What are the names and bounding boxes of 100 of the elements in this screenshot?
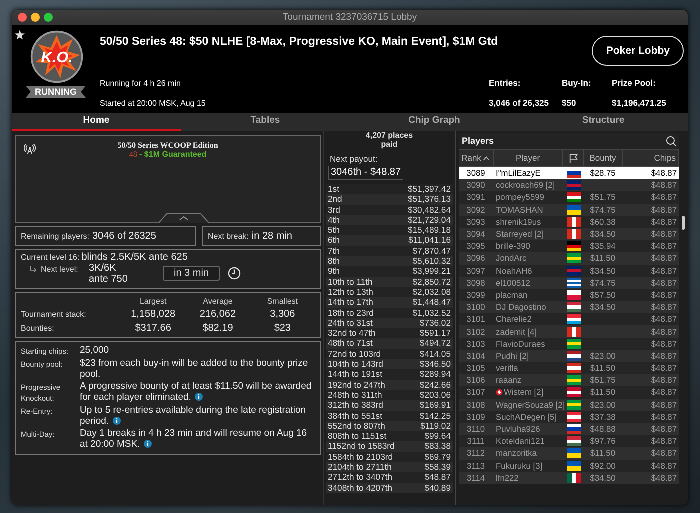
player-name: DJ Dagostino: [496, 302, 546, 312]
tab[interactable]: Chip Graph: [350, 113, 519, 131]
player-name: Puvluha926: [496, 424, 540, 434]
rank-cell-text: 3094: [466, 229, 486, 240]
start-time: Started at 20:00 MSK, Aug 15: [100, 98, 207, 108]
player-row[interactable]: 3098 el100512 $74.75 $48.87: [459, 276, 679, 289]
flag-icon[interactable]: [568, 154, 578, 162]
player-row[interactable]: 3114 lfn222 $34.50 $48.87: [459, 472, 679, 484]
prize-cell: $414.05: [420, 348, 451, 360]
player-row[interactable]: 3110 Puvluha926 $48.88 $48.87: [459, 422, 679, 436]
prize-cell: $7,870.47: [412, 246, 451, 256]
search-icon[interactable]: [666, 136, 677, 146]
prize-cell: $83.38: [424, 441, 451, 452]
bounty-cell: $57.50: [590, 290, 616, 300]
rank-cell-text: 3109: [466, 412, 486, 422]
player-row[interactable]: 3095 brille-390 $35.94 $48.87: [459, 240, 679, 252]
player-row[interactable]: 3106 raaanz $51.75 $48.87: [459, 374, 679, 386]
bounty-cell: $34.50: [590, 266, 616, 276]
place-cell: 4th: [328, 214, 340, 226]
place-cell: 9th: [328, 266, 340, 277]
place-cell: 7th: [328, 246, 340, 256]
rank-cell-text: 3095: [466, 241, 486, 252]
prize-cell: $1,448.47: [412, 297, 451, 308]
places-paid: paid: [380, 140, 399, 149]
player-row[interactable]: 3093 shrenik19us $60.38 $48.87: [459, 216, 679, 228]
sort-icon: [483, 156, 490, 160]
tab[interactable]: Tables: [181, 113, 350, 131]
player-row[interactable]: 3094 Starreyed [2] $34.50 $48.87: [459, 228, 679, 240]
poker-lobby-button[interactable]: Poker Lobby: [592, 36, 684, 66]
chips-cell: $48.87: [651, 253, 677, 264]
place-cell: 24th to 31st: [328, 318, 373, 328]
player-name: shrenik19us: [496, 216, 542, 227]
close-button[interactable]: [18, 13, 27, 22]
place-cell: 48th to 71st: [328, 338, 373, 349]
place-cell: 2104th to 2711th: [328, 462, 392, 472]
player-row[interactable]: 3107 Wistem [2] $11.50 $48.87: [459, 386, 679, 399]
player-row[interactable]: 3104 Pudhi [2] $23.00 $48.87: [459, 350, 679, 362]
prize-cell: $242.66: [420, 380, 451, 390]
rank-cell-text: 3093: [466, 216, 486, 227]
place-cell: 248th to 311th: [328, 390, 382, 400]
rank-cell-text: 3101: [466, 314, 486, 324]
player-row[interactable]: 3112 manzoritka $11.50 $48.87: [459, 447, 679, 460]
collapse-icon[interactable]: [159, 213, 209, 223]
chips-cell: $48.87: [651, 241, 677, 252]
player-name: Pudhi [2]: [496, 350, 530, 361]
column-header[interactable]: Chips: [623, 150, 679, 166]
player-row[interactable]: 3102 zademit [4] $48.87: [459, 325, 679, 338]
prize-cell: $5,610.32: [412, 256, 451, 266]
player-row[interactable]: 3111 Koteldani121 $97.76 $48.87: [459, 435, 679, 448]
column-header[interactable]: Bounty: [584, 150, 623, 166]
next-ante: ante 750: [89, 274, 129, 285]
rank-cell-text: 3106: [466, 375, 486, 386]
column-header[interactable]: Player: [494, 150, 563, 166]
chips-cell: $48.87: [651, 229, 677, 240]
player-row[interactable]: 3089 I"mLilEazyE $28.75 $48.87: [459, 167, 679, 180]
player-row[interactable]: 3100 DJ Dagostino $34.50 $48.87: [459, 301, 679, 314]
player-name: Fukuruku [3]: [496, 460, 543, 471]
chips-cell: $48.87: [651, 314, 677, 324]
player-row[interactable]: 3109 SuchADegen [5] $37.38 $48.87: [459, 410, 679, 423]
prize-cell: $346.50: [420, 359, 451, 370]
place-cell: 384th to 551st: [328, 410, 382, 421]
player-row[interactable]: 3097 NoahAH6 $34.50 $48.87: [459, 264, 679, 277]
field-label: Next break:: [208, 232, 249, 240]
minimize-button[interactable]: [31, 13, 40, 22]
place-cell: 10th to 11th: [328, 276, 373, 287]
rank-cell-text: 3108: [466, 400, 486, 410]
table-cell-text: 1,158,028: [130, 308, 177, 320]
chips-cell: $48.87: [651, 266, 677, 276]
player-row[interactable]: 3103 FlavioDuraes $48.87: [459, 338, 679, 350]
player-name: zademit [4]: [496, 326, 537, 337]
tab[interactable]: Structure: [519, 113, 688, 131]
info-icon[interactable]: [113, 417, 122, 425]
player-row[interactable]: 3096 JondArc $11.50 $48.87: [459, 252, 679, 264]
player-row[interactable]: 3090 cockroach69 [2] $48.87: [459, 179, 679, 192]
info-icon[interactable]: [144, 440, 152, 448]
chips-cell: $48.87: [651, 375, 677, 386]
player-row[interactable]: 3092 TOMASHAN $74.75 $48.87: [459, 204, 679, 216]
player-row[interactable]: 3091 pompey5599 $51.75 $48.87: [459, 191, 679, 204]
rank-cell-text: 3089: [466, 168, 486, 178]
place-cell: 1584th to 2103rd: [328, 452, 393, 462]
rank-cell-text: 3100: [466, 302, 486, 312]
player-row[interactable]: 3113 Fukuruku [3] $92.00 $48.87: [459, 460, 679, 472]
column-header[interactable]: Rank: [459, 150, 494, 166]
player-row[interactable]: 3108 WagnerSouza9 [2] $23.00 $48.87: [459, 398, 679, 411]
rank-cell-text: 3110: [466, 424, 486, 434]
table-cell-text: $82.19: [202, 322, 234, 334]
info-icon[interactable]: [195, 393, 204, 401]
player-row[interactable]: 3099 placman $57.50 $48.87: [459, 288, 679, 302]
place-cell: 14th to 17th: [328, 297, 374, 308]
star-icon[interactable]: [15, 30, 25, 40]
scroll-thumb[interactable]: [682, 216, 685, 230]
place-cell: 104th to 143rd: [328, 359, 384, 370]
zoom-button[interactable]: [44, 13, 53, 22]
bounty-cell: $34.50: [590, 472, 616, 483]
player-row[interactable]: 3101 Charelie2 $48.87: [459, 313, 679, 326]
player-row[interactable]: 3105 verifla $11.50 $48.87: [459, 362, 679, 374]
rank-cell-text: 3092: [466, 204, 486, 215]
rank-cell-text: 3107: [466, 387, 486, 398]
chips-cell: $48.87: [651, 216, 677, 227]
chips-cell: $48.87: [651, 436, 677, 446]
